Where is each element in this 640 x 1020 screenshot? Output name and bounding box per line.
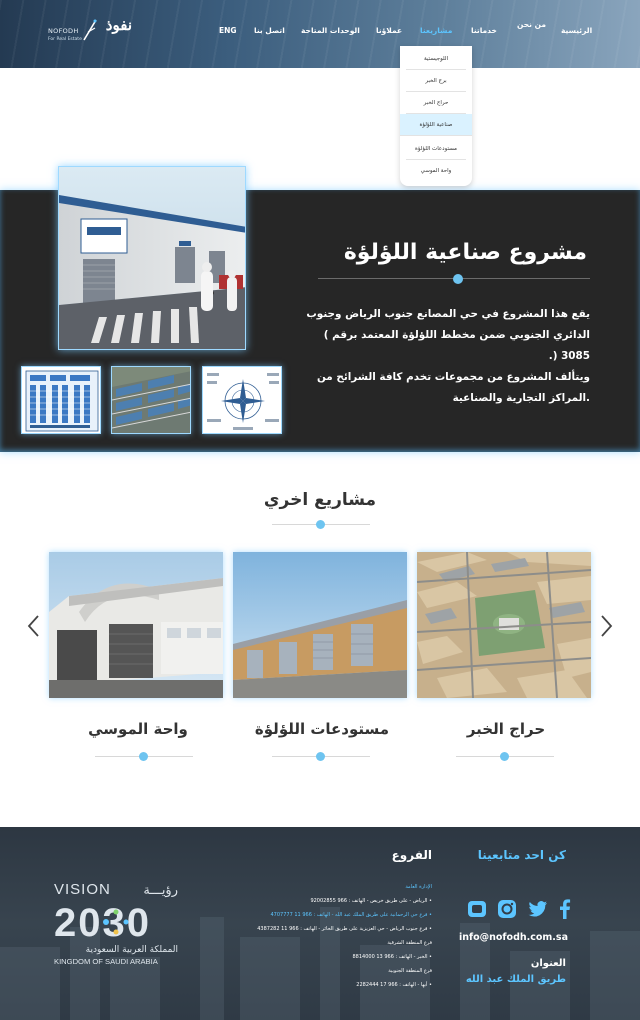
carousel-prev-arrow-icon[interactable] [24, 612, 44, 640]
thumbnail-site-plan[interactable] [21, 366, 101, 434]
follow-us-title: كن احد متابعينا [477, 848, 566, 862]
project-description: يقع هذا المشروع في حي المصانع جنوب الريا… [292, 304, 590, 409]
address-label: العنوان [530, 958, 566, 969]
project-card-image[interactable] [49, 552, 223, 698]
branch-line: الإدارة العامة [405, 884, 432, 890]
dropdown-item-logistics[interactable]: اللوجيستية [406, 48, 466, 70]
thumbnail-location-map[interactable] [202, 366, 282, 434]
branch-line: فرع المنطقة الجنوبية [388, 968, 432, 974]
vision-top-text: VISION [54, 881, 111, 898]
project-title: مشروع صناعية اللؤلؤة [343, 240, 587, 265]
carousel-next-arrow-icon[interactable] [596, 612, 616, 640]
address-value: طريق الملك عبد الله [465, 974, 566, 985]
nav-about[interactable]: من نحن [517, 20, 546, 29]
description-line: الدائري الجنوبي ضمن مخطط اللؤلؤة المعتمد… [323, 329, 590, 362]
section-divider-dot [316, 520, 325, 529]
header: نفوذ NOFODH For Real Estate الرئيسية من … [0, 0, 640, 68]
nav-language[interactable]: ENG [219, 26, 237, 35]
branch-line: • أبها - الهاتف : 966 17 2282444 [356, 982, 432, 988]
project-main-image[interactable] [58, 166, 246, 350]
title-divider-dot [453, 274, 463, 284]
project-card-title[interactable]: حراج الخبر [419, 720, 593, 738]
card-divider-dot [139, 752, 148, 761]
twitter-icon[interactable] [527, 898, 549, 920]
dropdown-item-khobar-tower[interactable]: برج الخبر [406, 70, 466, 92]
dropdown-item-mousa-oasis[interactable]: واحة الموسي [406, 160, 466, 182]
instagram-icon[interactable] [496, 898, 518, 920]
other-projects-title: مشاريع اخري [263, 490, 377, 510]
branch-line: • الخبر - الهاتف : 966 13 8814000 [352, 954, 433, 960]
main-nav: الرئيسية من نحن خدماتنا مشاريعنا عملاؤنا… [0, 20, 640, 42]
description-line: .المراكز التجارية والصناعية [452, 392, 590, 404]
vision-top-arabic: رؤيـــة [143, 883, 178, 898]
nav-contact[interactable]: اتصل بنا [254, 26, 285, 35]
nav-projects[interactable]: مشاريعنا [420, 26, 452, 35]
card-divider-dot [500, 752, 509, 761]
dropdown-item-pearl-warehouses[interactable]: مستودعات اللؤلؤة [406, 138, 466, 160]
branches-title: الفروع [391, 848, 432, 862]
projects-dropdown: اللوجيستية برج الخبر حراج الخبر صناعية ا… [400, 46, 472, 186]
contact-email-link[interactable]: info@nofodh.com.sa [458, 932, 568, 943]
project-card-title[interactable]: مستودعات اللؤلؤة [235, 720, 409, 738]
nav-clients[interactable]: عملاؤنا [376, 26, 402, 35]
nav-available-units[interactable]: الوحدات المتاحة [301, 26, 360, 35]
facebook-icon[interactable] [554, 898, 576, 920]
vision-country-english: KINGDOM OF SAUDI ARABIA [54, 957, 159, 966]
vision-year: 2030 [54, 901, 151, 945]
project-card-image[interactable] [417, 552, 591, 698]
vision-country-arabic: المملكة العربية السعودية [86, 945, 178, 955]
nav-services[interactable]: خدماتنا [471, 26, 497, 35]
card-divider-dot [316, 752, 325, 761]
description-line: ويتألف المشروع من مجموعات تخدم كافة الشر… [316, 371, 590, 383]
youtube-icon[interactable] [466, 898, 488, 920]
nav-home[interactable]: الرئيسية [561, 26, 592, 35]
dropdown-item-pearl-industrial[interactable]: صناعية اللؤلؤة [400, 114, 472, 136]
dropdown-item-khobar-haraj[interactable]: حراج الخبر [406, 92, 466, 114]
branch-line: • فرع حي الرحمانية على طريق الملك عبد ال… [270, 912, 432, 918]
branch-line: • فرع جنوب الرياض - حي العزيزية على طريق… [257, 926, 432, 932]
vision-2030-logo: VISION رؤيـــة 2030 المملكة العربية السع… [50, 878, 184, 968]
branch-line: • الرياض - على طريق خريص - الهاتف : 966 … [310, 898, 432, 904]
page: نفوذ NOFODH For Real Estate الرئيسية من … [0, 0, 640, 1020]
thumbnail-aerial-view[interactable] [111, 366, 191, 434]
description-line: يقع هذا المشروع في حي المصانع جنوب الريا… [306, 308, 590, 320]
branch-line: فرع المنطقة الشرقية [387, 940, 432, 946]
project-card-title[interactable]: واحة الموسي [51, 720, 225, 738]
project-card-image[interactable] [233, 552, 407, 698]
